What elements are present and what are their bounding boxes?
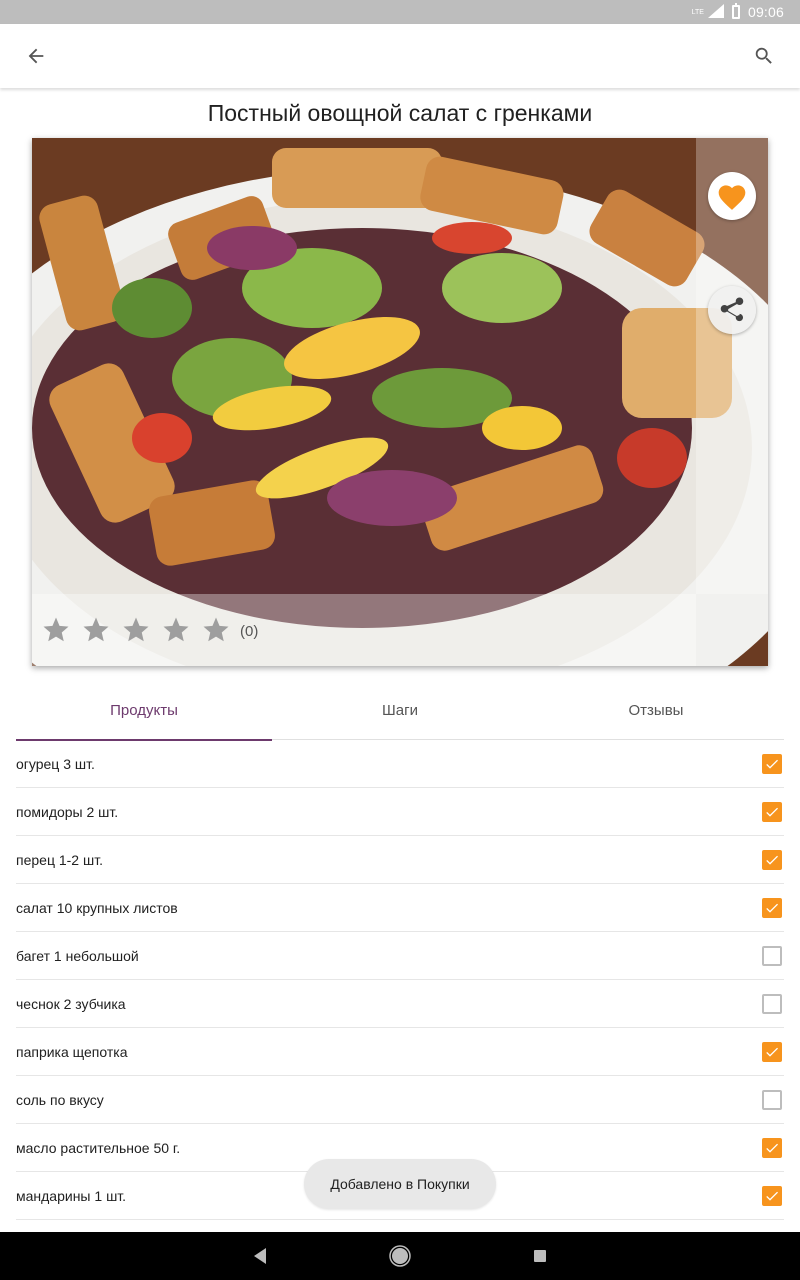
ingredient-label: паприка щепотка [16,1043,128,1060]
list-item[interactable]: салат 10 крупных листов [16,884,784,932]
ingredient-label: масло растительное 50 г. [16,1139,181,1156]
ingredient-checkbox[interactable] [762,1137,782,1158]
ingredient-checkbox[interactable] [762,849,782,870]
back-button[interactable] [16,36,56,76]
toast-message: Добавлено в Покупки [304,1159,496,1209]
recipe-tabs: Продукты Шаги Отзывы [16,680,784,741]
ingredient-label: мандарины 1 шт. [16,1187,127,1204]
rating-star-1[interactable] [36,610,76,650]
star-icon [203,617,229,642]
network-type-label: LTE [691,8,704,16]
recipe-title: Постный овощной салат с гренками [207,100,593,126]
rating-star-2[interactable] [76,610,116,650]
list-item[interactable]: соль по вкусу [16,1076,784,1124]
circle-home-icon [389,1245,411,1267]
arrow-back-icon [28,48,44,64]
signal-icon [707,3,724,21]
share-button[interactable] [708,286,756,334]
status-clock: 09:06 [747,4,784,20]
list-item[interactable]: багет 1 небольшой [16,932,784,980]
list-item[interactable]: перец 1-2 шт. [16,836,784,884]
list-item[interactable]: паприка щепотка [16,1028,784,1076]
nav-back-button[interactable] [245,1241,275,1271]
nav-home-button[interactable] [385,1241,415,1271]
share-icon [720,297,744,322]
nav-recents-button[interactable] [525,1241,555,1271]
ingredient-checkbox[interactable] [762,1089,782,1110]
star-icon [83,617,109,642]
ingredient-label: соль по вкусу [16,1091,104,1108]
ingredients-list: огурец 3 шт. помидоры 2 шт. перец 1-2 шт… [16,740,784,1220]
ingredient-checkbox[interactable] [762,897,782,918]
rating-bar: (0) [32,594,696,666]
battery-icon [731,3,740,19]
tab-steps[interactable]: Шаги [272,680,528,740]
recipe-photo-card[interactable]: (0) [32,138,768,666]
ingredient-label: перец 1-2 шт. [16,851,103,868]
ingredient-checkbox[interactable] [762,1041,782,1062]
ingredient-checkbox[interactable] [762,1185,782,1206]
ingredient-checkbox[interactable] [762,945,782,966]
ingredient-label: чеснок 2 зубчика [16,995,126,1012]
ingredient-label: огурец 3 шт. [16,755,95,772]
list-item[interactable]: огурец 3 шт. [16,740,784,788]
list-item[interactable]: чеснок 2 зубчика [16,980,784,1028]
app-bar [0,24,800,88]
system-nav-bar [0,1232,800,1280]
ingredient-label: салат 10 крупных листов [16,899,178,916]
list-item[interactable]: помидоры 2 шт. [16,788,784,836]
ingredient-label: багет 1 небольшой [16,947,139,964]
triangle-back-icon [254,1248,266,1264]
ingredient-checkbox[interactable] [762,753,782,774]
ingredient-checkbox[interactable] [762,801,782,822]
favorite-button[interactable] [708,172,756,220]
ingredient-label: помидоры 2 шт. [16,803,119,820]
search-button[interactable] [744,36,784,76]
recipe-photo [32,138,768,666]
rating-star-3[interactable] [116,610,156,650]
square-recents-icon [534,1250,546,1262]
tab-products[interactable]: Продукты [16,680,272,741]
rating-star-4[interactable] [156,610,196,650]
star-icon [43,617,69,642]
status-bar: LTE 09:06 [0,0,800,24]
heart-icon [718,185,746,210]
rating-star-5[interactable] [196,610,236,650]
star-icon [163,617,189,642]
ingredient-checkbox[interactable] [762,993,782,1014]
search-icon [755,47,772,64]
tab-reviews[interactable]: Отзывы [528,680,784,740]
star-icon [123,617,149,642]
rating-count: (0) [240,622,259,640]
